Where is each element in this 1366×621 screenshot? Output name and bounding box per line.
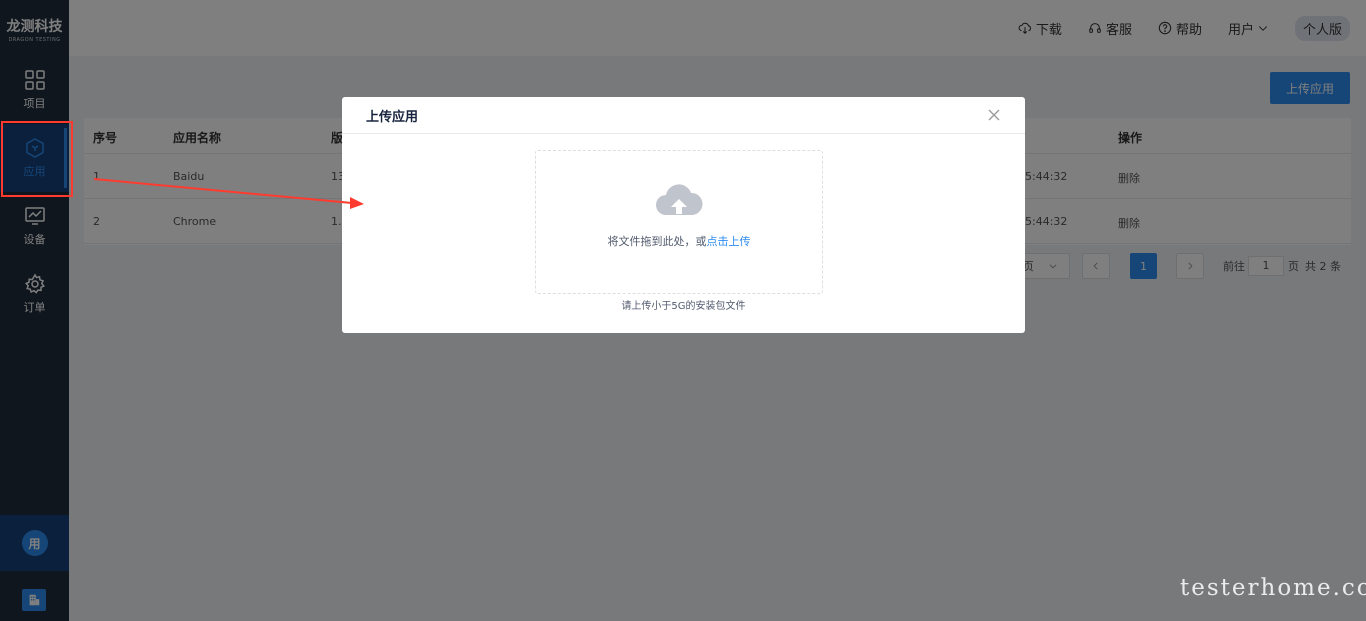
watermark: testerhome.com bbox=[1180, 575, 1366, 601]
annotation-arrow bbox=[93, 178, 364, 209]
